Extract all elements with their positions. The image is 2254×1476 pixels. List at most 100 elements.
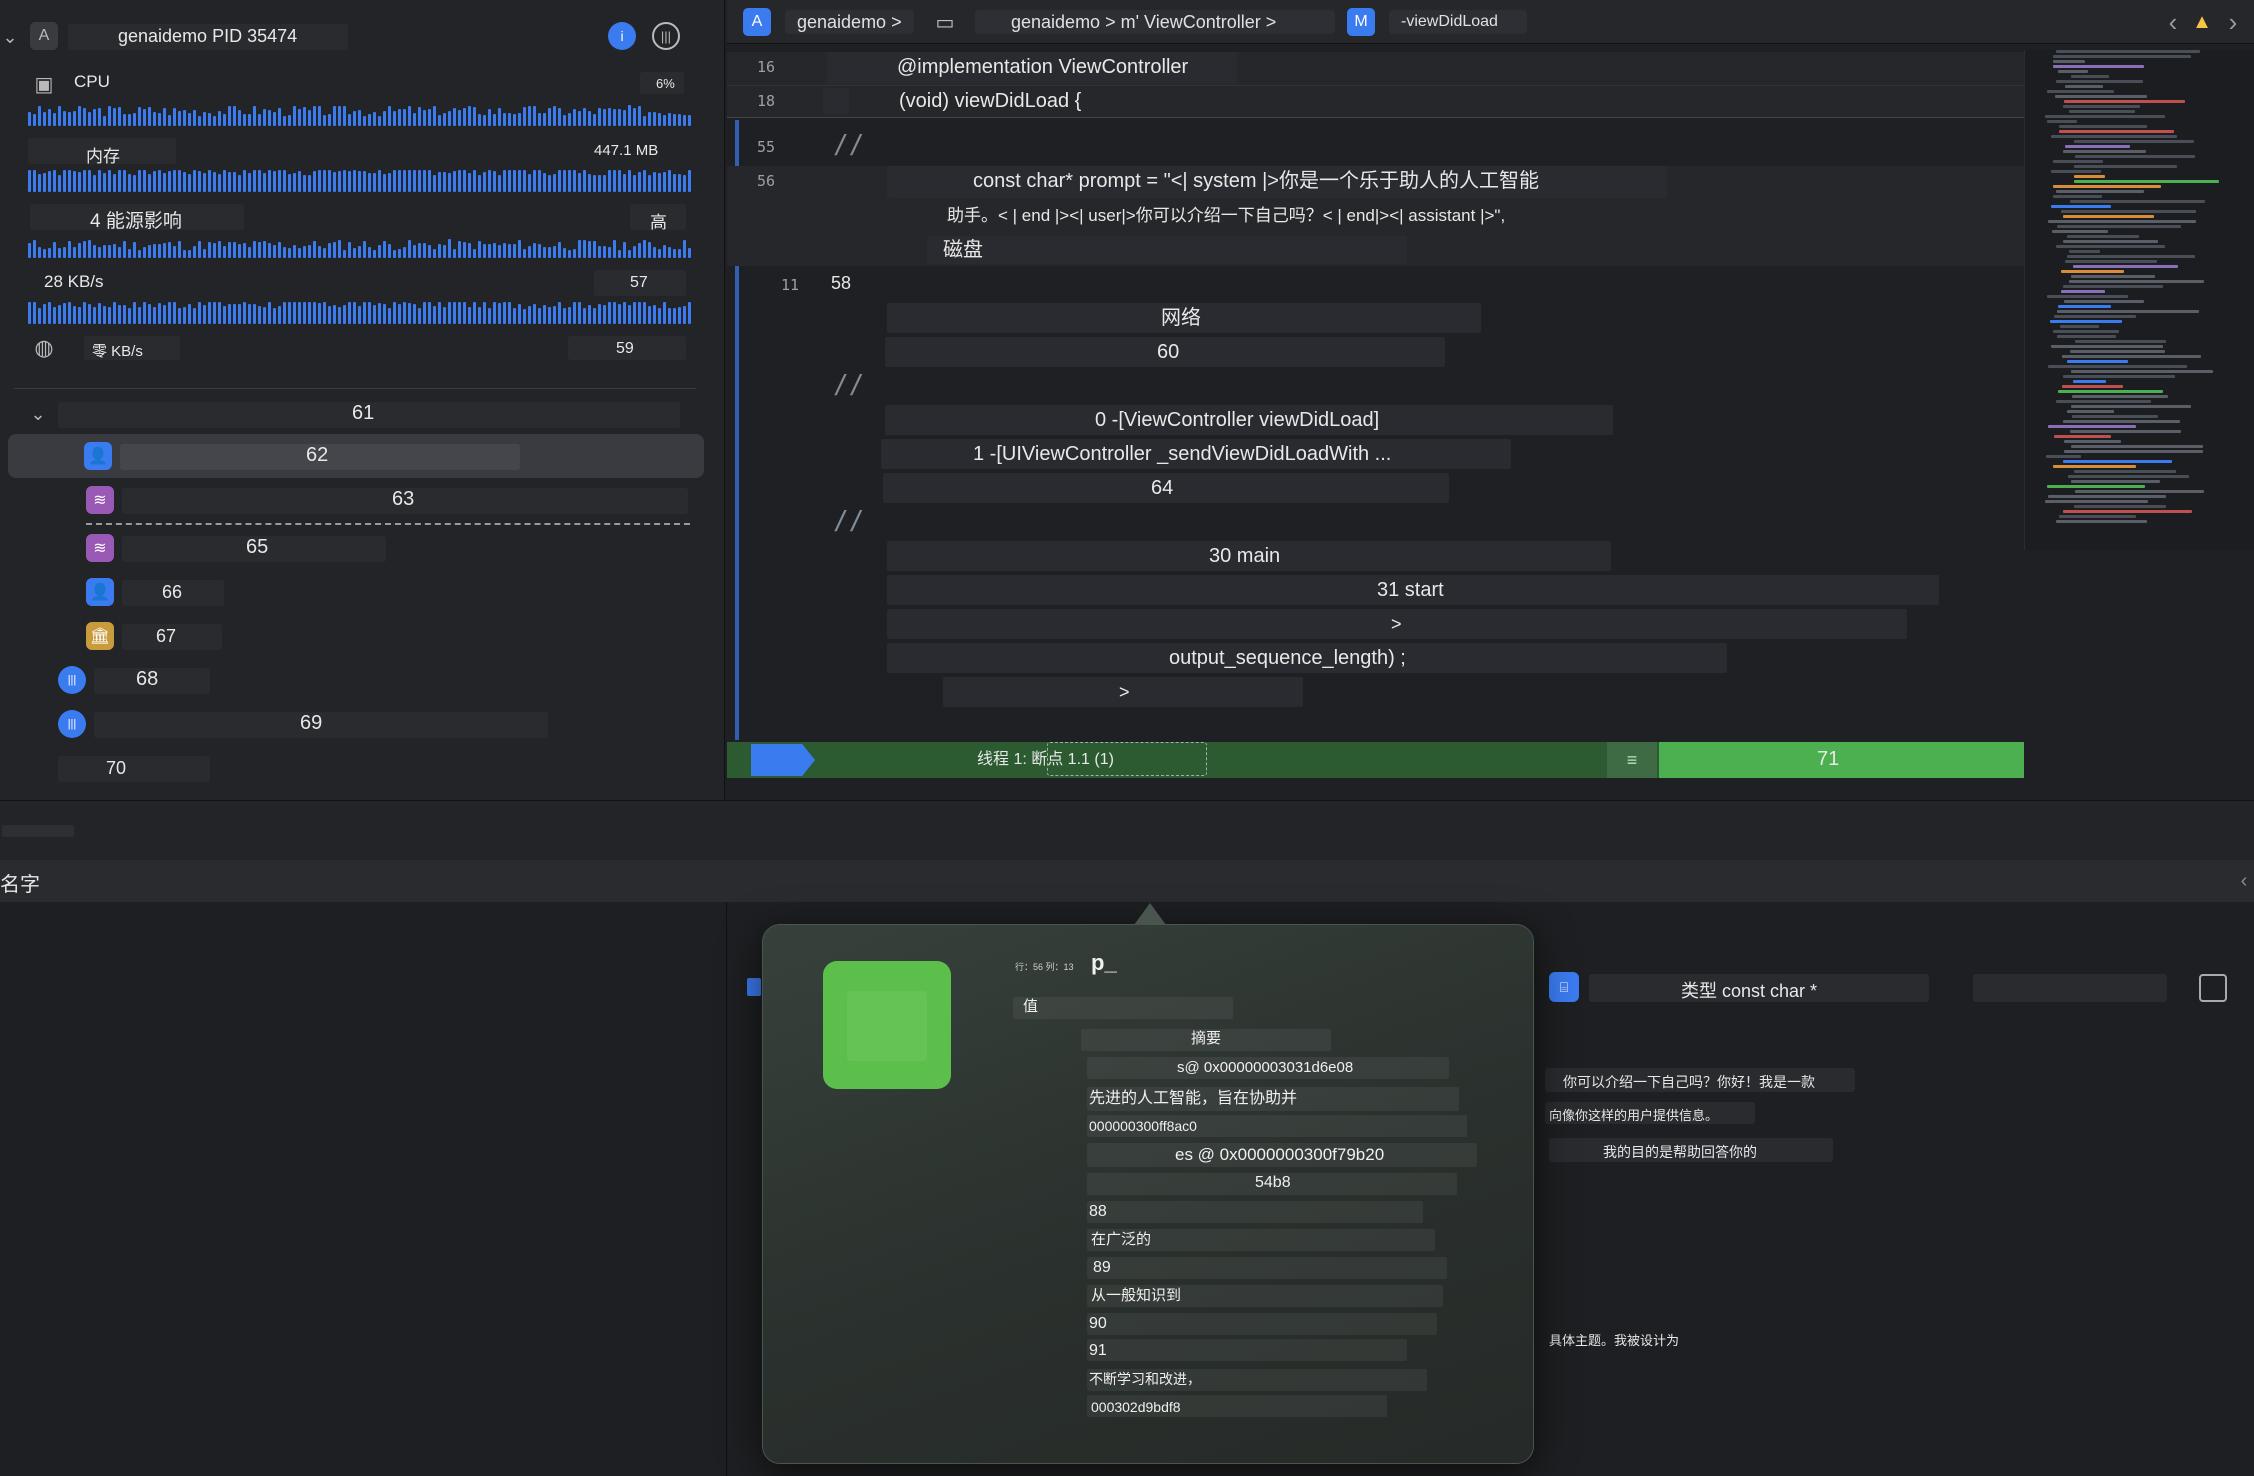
crumb-method[interactable]: -viewDidLoad (1389, 10, 1527, 34)
thread-row[interactable]: ||| 68 (0, 658, 725, 702)
folder-icon[interactable]: ▭ (931, 8, 959, 36)
minimap[interactable] (2024, 50, 2254, 550)
chevron-down-icon[interactable]: ⌄ (0, 18, 20, 56)
breakpoint-marker[interactable] (751, 744, 815, 776)
graph-tick (518, 240, 521, 258)
disk-graph[interactable] (28, 302, 695, 324)
graph-tick (123, 305, 126, 324)
code-comment[interactable]: // (823, 506, 874, 536)
graph-tick (448, 302, 451, 324)
value-row[interactable]: es @ 0x0000000300f79b20 (1173, 1143, 1386, 1167)
graph-tick (298, 109, 301, 126)
thread-filter-icon[interactable]: ||| (652, 22, 680, 50)
graph-tick (373, 112, 376, 126)
code-line[interactable]: 网络 (1151, 303, 1211, 333)
graph-tick (628, 305, 631, 324)
graph-tick (148, 107, 151, 126)
minimap-line (2071, 480, 2160, 483)
code-line[interactable]: @implementation ViewController (887, 52, 1198, 82)
value-row[interactable]: 不断学习和改进， (1087, 1367, 1203, 1391)
source-position: 行：56 列：13 (1015, 962, 1074, 972)
value-row[interactable]: 89 (1091, 1256, 1113, 1280)
graph-tick (343, 106, 346, 126)
code-line[interactable]: const char* prompt = "<| system |>你是一个乐于… (963, 166, 1549, 196)
graph-tick (113, 174, 116, 192)
code-line[interactable]: 磁盘 (933, 235, 993, 265)
graph-tick (503, 113, 506, 126)
thread-row[interactable]: 👤 66 (0, 570, 725, 614)
variables-filter-header[interactable]: 名字 ‹ (0, 860, 2254, 902)
thread-row[interactable]: 70 (0, 746, 725, 790)
info-icon[interactable]: i (608, 22, 636, 50)
thread-row[interactable]: ≋ 63 (0, 478, 725, 522)
graph-tick (533, 304, 536, 324)
graph-tick (588, 305, 591, 324)
minimap-line (2059, 125, 2147, 128)
code-line[interactable]: 31 start (1367, 575, 1454, 605)
graph-tick (658, 173, 661, 192)
chevron-left-icon[interactable]: ‹ (2161, 7, 2185, 37)
value-row[interactable]: 先进的人工智能，旨在协助并 (1087, 1087, 1299, 1111)
graph-tick (433, 106, 436, 126)
graph-tick (213, 172, 216, 192)
value-row[interactable]: 000000300ff8ac0 (1087, 1114, 1199, 1138)
process-header[interactable]: ⌄ A genaidemo PID 35474 i ||| (0, 18, 725, 56)
graph-tick (143, 170, 146, 192)
value-row[interactable]: 54b8 (1253, 1171, 1293, 1195)
code-line[interactable]: 1 -[UIViewController _sendViewDidLoadWit… (963, 439, 1401, 469)
memory-graph[interactable] (28, 170, 695, 192)
graph-tick (303, 302, 306, 324)
value-row[interactable]: s@ 0x00000003031d6e08 (1175, 1056, 1355, 1080)
energy-graph[interactable] (28, 236, 695, 258)
graph-tick (233, 106, 236, 126)
chevron-down-icon[interactable]: ⌄ (24, 400, 52, 428)
code-line[interactable]: output_sequence_length) ; (1159, 643, 1416, 673)
graph-tick (203, 112, 206, 126)
code-line[interactable]: 64 (1141, 473, 1183, 503)
code-comment[interactable]: // (823, 370, 874, 400)
minimap-line (2069, 110, 2135, 113)
value-row[interactable]: 000302d9bdf8 (1089, 1395, 1183, 1419)
chevron-right-icon[interactable]: › (2221, 7, 2245, 37)
graph-tick (373, 250, 376, 258)
value-row[interactable]: 88 (1087, 1200, 1109, 1224)
code-line[interactable]: > (1109, 677, 1140, 707)
value-row[interactable]: 90 (1087, 1312, 1109, 1336)
minimap-line (2048, 495, 2166, 498)
graph-tick (303, 107, 306, 126)
value-row[interactable]: 从一般知识到 (1089, 1284, 1183, 1308)
graph-tick (403, 247, 406, 258)
graph-tick (48, 171, 51, 192)
thread-row[interactable]: ≋ 65 (0, 526, 725, 570)
list-icon[interactable]: ≡ (1607, 742, 1657, 778)
code-line[interactable]: 助手。< | end |><| user|>你可以介绍一下自己吗？< | end… (937, 201, 1515, 231)
thread-row[interactable]: 🏛 67 (0, 614, 725, 658)
warning-icon[interactable]: ▲ (2189, 8, 2215, 36)
thread-row[interactable]: ||| 69 (0, 702, 725, 746)
code-line[interactable]: (void) viewDidLoad { (889, 86, 1091, 116)
value-row[interactable]: 在广泛的 (1089, 1228, 1153, 1252)
thread-group[interactable]: ⌄ 61 (0, 392, 725, 436)
code-line[interactable]: > (1381, 609, 1412, 639)
xcode-project-icon[interactable]: A (743, 8, 771, 36)
code-comment[interactable]: // (823, 130, 874, 160)
chevron-left-icon[interactable]: ‹ (2234, 868, 2254, 894)
code-line[interactable]: 30 main (1199, 541, 1290, 571)
graph-tick (38, 174, 41, 192)
console-icon[interactable]: ⌸ (1549, 972, 1579, 1002)
graph-tick (188, 250, 191, 258)
thread-row-selected[interactable]: 👤 62 (8, 434, 704, 478)
crumb-project[interactable]: genaidemo > (785, 10, 914, 34)
graph-tick (68, 170, 71, 192)
crumb-path[interactable]: genaidemo > m' ViewController > (975, 10, 1335, 34)
graph-tick (183, 307, 186, 324)
minimap-line (2059, 515, 2136, 518)
minimap-line (2063, 510, 2192, 513)
value-row[interactable]: 91 (1087, 1339, 1109, 1363)
graph-tick (573, 109, 576, 126)
code-line[interactable]: 0 -[ViewController viewDidLoad] (1085, 405, 1389, 435)
graph-tick (68, 302, 71, 324)
code-line[interactable]: 60 (1147, 337, 1189, 367)
panel-toggle-icon[interactable] (2199, 974, 2227, 1002)
cpu-graph[interactable] (28, 104, 695, 126)
